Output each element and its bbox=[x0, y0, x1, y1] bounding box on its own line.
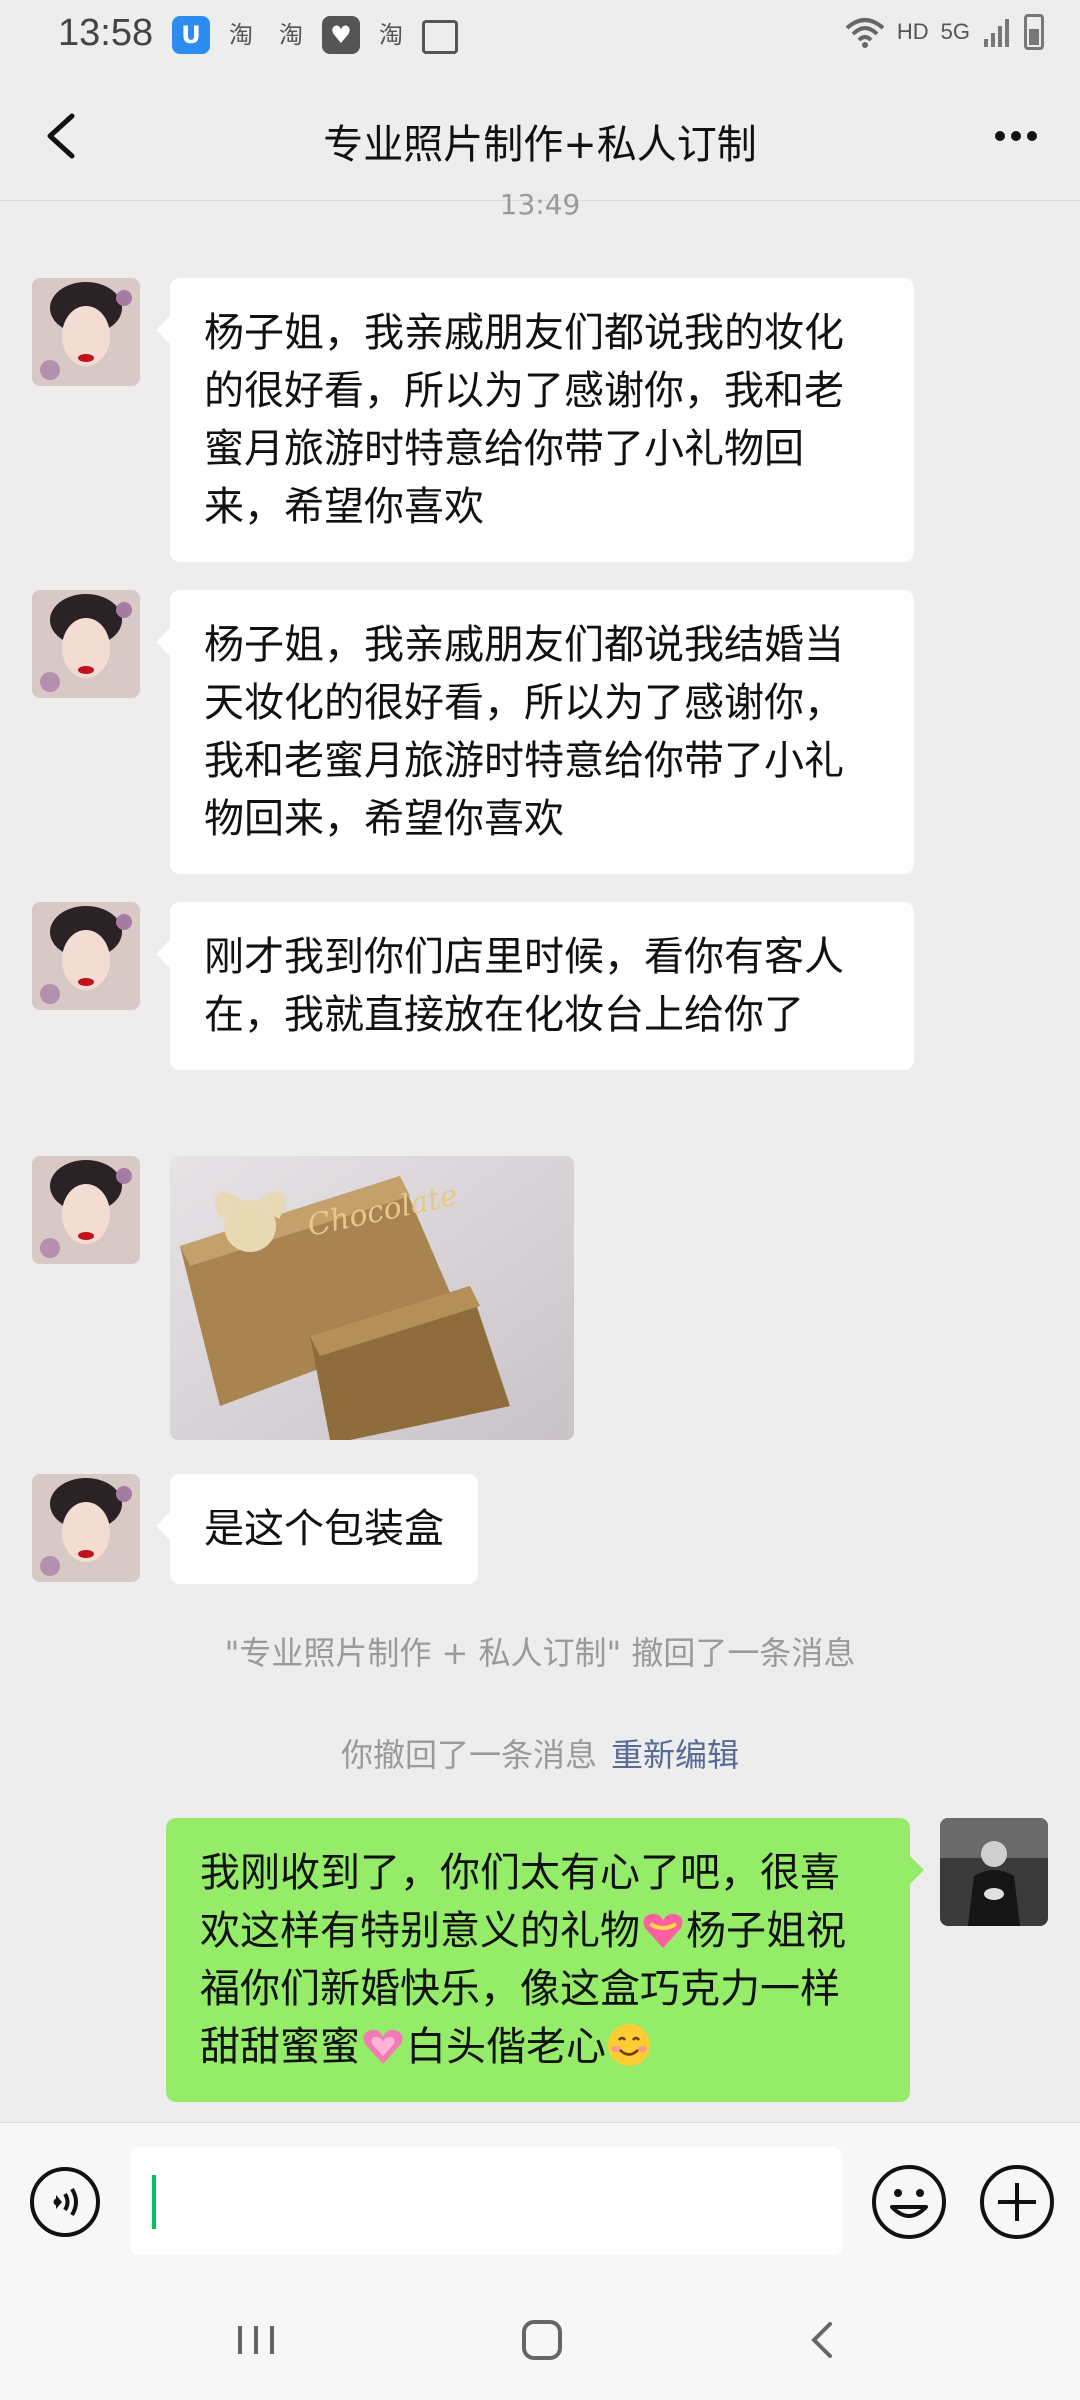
hd-indicator: HD bbox=[896, 19, 929, 44]
incoming-message-bubble[interactable]: 刚才我到你们店里时候，看你有客人在，我就直接放在化妆台上给你了 bbox=[156, 902, 914, 1070]
smiling-face-emoji-icon bbox=[608, 2024, 650, 2066]
heart-ribbon-emoji-icon bbox=[643, 1913, 683, 1948]
message-input[interactable] bbox=[130, 2147, 842, 2255]
outgoing-message-bubble[interactable]: 我刚收到了，你们太有心了吧，很喜欢这样有特别意义的礼物 杨子姐祝福你们新婚快乐，像… bbox=[166, 1818, 924, 2102]
chat-header: 专业照片制作+私人订制 bbox=[0, 72, 1080, 201]
status-indicators: HD 5G bbox=[845, 14, 1044, 50]
taobao-notification-icon: 淘 bbox=[229, 21, 253, 49]
more-dots-icon[interactable] bbox=[980, 100, 1052, 172]
growing-heart-emoji-icon bbox=[363, 2029, 403, 2064]
status-time: 13:58 bbox=[58, 12, 154, 54]
message-timestamp: 13:49 bbox=[499, 188, 581, 221]
recent-apps-icon[interactable] bbox=[230, 2308, 282, 2372]
reedit-link[interactable]: 重新编辑 bbox=[611, 1736, 739, 1774]
self-recall-notice: 你撤回了一条消息 重新编辑 bbox=[0, 1730, 1080, 1776]
contact-avatar[interactable] bbox=[32, 902, 140, 1010]
incoming-message-bubble[interactable]: 杨子姐，我亲戚朋友们都说我结婚当天妆化的很好看，所以为了感谢你，我和老蜜月旅游时… bbox=[156, 590, 914, 874]
status-bar: 13:58 U 淘 淘 ♥ 淘 HD 5G bbox=[0, 0, 1080, 72]
network-type-indicator: 5G bbox=[940, 19, 970, 44]
system-navigation-bar bbox=[0, 2280, 1080, 2400]
outgoing-text-part3: 白头偕老心 bbox=[406, 2024, 606, 2070]
taobao-notification-icon: 淘 bbox=[379, 21, 403, 49]
self-recall-text: 你撤回了一条消息 bbox=[340, 1736, 597, 1774]
voice-icon[interactable] bbox=[28, 2165, 102, 2239]
contact-avatar[interactable] bbox=[32, 1156, 140, 1264]
contact-avatar[interactable] bbox=[32, 278, 140, 386]
emoji-icon[interactable] bbox=[870, 2163, 948, 2241]
chat-title: 专业照片制作+私人订制 bbox=[323, 122, 757, 168]
chat-input-bar bbox=[0, 2122, 1080, 2281]
battery-icon bbox=[1024, 14, 1044, 50]
notification-icons: U 淘 淘 ♥ 淘 bbox=[172, 16, 458, 54]
nav-back-icon[interactable] bbox=[796, 2308, 848, 2372]
alipay-notification-icon: U bbox=[172, 16, 210, 54]
recall-notice: "专业照片制作 + 私人订制" 撤回了一条消息 bbox=[224, 1634, 856, 1672]
incoming-message-bubble[interactable]: 杨子姐，我亲戚朋友们都说我的妆化的很好看，所以为了感谢你，我和老蜜月旅游时特意给… bbox=[156, 278, 914, 562]
contact-avatar[interactable] bbox=[32, 590, 140, 698]
gallery-notification-icon bbox=[422, 20, 458, 54]
text-cursor bbox=[152, 2175, 156, 2229]
signal-icon bbox=[984, 19, 1009, 47]
my-avatar[interactable] bbox=[940, 1818, 1048, 1926]
plus-icon[interactable] bbox=[978, 2163, 1056, 2241]
image-message[interactable]: Chocolate bbox=[170, 1156, 574, 1440]
app-notification-icon: ♥ bbox=[322, 16, 360, 54]
home-icon[interactable] bbox=[510, 2308, 574, 2372]
taobao-notification-icon: 淘 bbox=[279, 21, 303, 49]
wifi-icon bbox=[845, 18, 885, 48]
contact-avatar[interactable] bbox=[32, 1474, 140, 1582]
incoming-message-bubble[interactable]: 是这个包装盒 bbox=[156, 1474, 478, 1584]
